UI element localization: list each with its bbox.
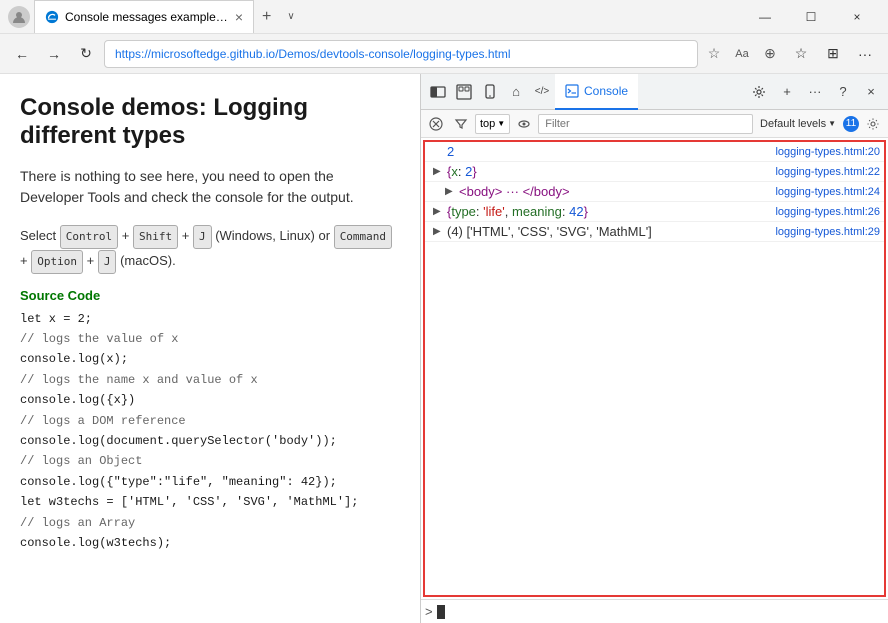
close-window-button[interactable]: × <box>834 0 880 34</box>
address-icons: ☆ Aa ⊕ <box>702 42 782 66</box>
toolbar-right: ☆ ⊞ ··· <box>786 40 880 68</box>
dt-dock-button[interactable] <box>425 79 451 105</box>
instruction-or: (Windows, Linux) or <box>215 228 330 243</box>
console-source-link[interactable]: logging-types.html:26 <box>767 206 880 218</box>
address-bar: ← → ↻ ☆ Aa ⊕ ☆ ⊞ ··· <box>0 34 888 74</box>
expand-arrow[interactable]: ▶ <box>445 186 459 197</box>
console-icon <box>565 84 579 98</box>
more-button[interactable]: ··· <box>850 40 880 68</box>
new-tab-button[interactable]: + <box>254 4 279 30</box>
plus1: + <box>122 228 130 243</box>
key-j2: J <box>98 250 117 274</box>
instruction-select: Select <box>20 228 56 243</box>
maximize-button[interactable]: ☐ <box>788 0 834 34</box>
instruction-macos: (macOS). <box>120 253 176 268</box>
console-source-link[interactable]: logging-types.html:24 <box>767 186 880 198</box>
console-row[interactable]: 2logging-types.html:20 <box>425 142 884 162</box>
console-clear-button[interactable] <box>425 113 447 135</box>
favorites-toolbar-button[interactable]: ☆ <box>786 40 816 68</box>
dt-elements-button[interactable]: </> <box>529 79 555 105</box>
avatar[interactable] <box>8 6 30 28</box>
back-button[interactable]: ← <box>8 40 36 68</box>
default-levels-select[interactable]: Default levels ▼ <box>756 118 840 130</box>
console-filter-input[interactable] <box>538 114 753 134</box>
console-context-select[interactable]: top ▼ <box>475 114 510 134</box>
dt-home-button[interactable]: ⌂ <box>503 79 529 105</box>
window-controls: — ☐ × <box>742 0 880 34</box>
expand-arrow[interactable]: ▶ <box>433 206 447 217</box>
console-value: (4) ['HTML', 'CSS', 'SVG', 'MathML'] <box>447 224 767 239</box>
error-count-badge: 11 <box>843 116 859 132</box>
devtools-actions: + ··· ? × <box>746 79 884 105</box>
devtools-panel: ⌂ </> Console + ··· ? × <box>420 74 888 623</box>
console-input-row: > <box>421 599 888 623</box>
tab-favicon <box>45 10 59 24</box>
console-row[interactable]: ▶{type: 'life', meaning: 42}logging-type… <box>425 202 884 222</box>
console-output-box: 2logging-types.html:20▶{x: 2}logging-typ… <box>423 140 886 597</box>
title-bar: Console messages examples: log... × + ∨ … <box>0 0 888 34</box>
refresh-button[interactable]: ↻ <box>72 40 100 68</box>
console-row[interactable]: ▶(4) ['HTML', 'CSS', 'SVG', 'MathML']log… <box>425 222 884 242</box>
context-label: top <box>480 118 495 130</box>
expand-arrow[interactable]: ▶ <box>433 166 447 177</box>
console-eye-button[interactable] <box>513 113 535 135</box>
console-source-link[interactable]: logging-types.html:29 <box>767 226 880 238</box>
default-levels-label: Default levels <box>760 118 826 130</box>
console-source-link[interactable]: logging-types.html:20 <box>767 146 880 158</box>
code-block: let x = 2;// logs the value of xconsole.… <box>20 309 400 554</box>
dt-customize-button[interactable] <box>746 79 772 105</box>
key-control: Control <box>60 225 118 249</box>
dt-more-button[interactable]: ··· <box>802 79 828 105</box>
console-value: <body> ··· </body> <box>459 184 767 199</box>
console-row[interactable]: ▶<body> ··· </body>logging-types.html:24 <box>425 182 884 202</box>
forward-button[interactable]: → <box>40 40 68 68</box>
console-row[interactable]: ▶{x: 2}logging-types.html:22 <box>425 162 884 182</box>
collections-button[interactable]: ⊞ <box>818 40 848 68</box>
expand-arrow[interactable]: ▶ <box>433 226 447 237</box>
dt-device-button[interactable] <box>477 79 503 105</box>
console-source-link[interactable]: logging-types.html:22 <box>767 166 880 178</box>
page-title: Console demos: Logging different types <box>20 94 400 150</box>
dt-console-tab[interactable]: Console <box>555 74 638 110</box>
devtools-topbar: ⌂ </> Console + ··· ? × <box>421 74 888 110</box>
console-value: {x: 2} <box>447 164 767 179</box>
dt-inspect-button[interactable] <box>451 79 477 105</box>
console-value: {type: 'life', meaning: 42} <box>447 204 767 219</box>
console-settings-button[interactable] <box>862 113 884 135</box>
dt-help-button[interactable]: ? <box>830 79 856 105</box>
key-option: Option <box>31 250 83 274</box>
active-tab[interactable]: Console messages examples: log... × <box>34 0 254 33</box>
tab-dropdown-button[interactable]: ∨ <box>279 7 302 26</box>
read-aloud-icon[interactable]: Aa <box>730 42 754 66</box>
favorites-icon[interactable]: ☆ <box>702 42 726 66</box>
plus4: + <box>87 253 95 268</box>
console-filter-toggle[interactable] <box>450 113 472 135</box>
page-description: There is nothing to see here, you need t… <box>20 166 400 208</box>
console-toolbar: top ▼ Default levels ▼ 11 <box>421 110 888 138</box>
more-tools-icon[interactable]: ⊕ <box>758 42 782 66</box>
key-command: Command <box>334 225 392 249</box>
tabs-area: Console messages examples: log... × + ∨ <box>34 0 742 33</box>
console-prompt: > <box>425 604 433 619</box>
key-j: J <box>193 225 212 249</box>
webpage-panel: Console demos: Logging different types T… <box>0 74 420 623</box>
key-shift: Shift <box>133 225 178 249</box>
console-tab-label: Console <box>584 84 628 98</box>
tab-close-button[interactable]: × <box>235 9 243 25</box>
instruction-text: Select Control + Shift + J (Windows, Lin… <box>20 224 400 274</box>
main-area: Console demos: Logging different types T… <box>0 74 888 623</box>
tab-title: Console messages examples: log... <box>65 10 229 24</box>
dt-more-tools-button[interactable]: + <box>774 79 800 105</box>
minimize-button[interactable]: — <box>742 0 788 34</box>
address-input[interactable] <box>104 40 698 68</box>
console-value: 2 <box>447 144 767 159</box>
source-code-label: Source Code <box>20 288 400 303</box>
dt-close-button[interactable]: × <box>858 79 884 105</box>
devtools-tabs: ⌂ </> Console <box>425 74 638 109</box>
plus3: + <box>20 253 28 268</box>
console-cursor <box>437 605 445 619</box>
plus2: + <box>182 228 190 243</box>
